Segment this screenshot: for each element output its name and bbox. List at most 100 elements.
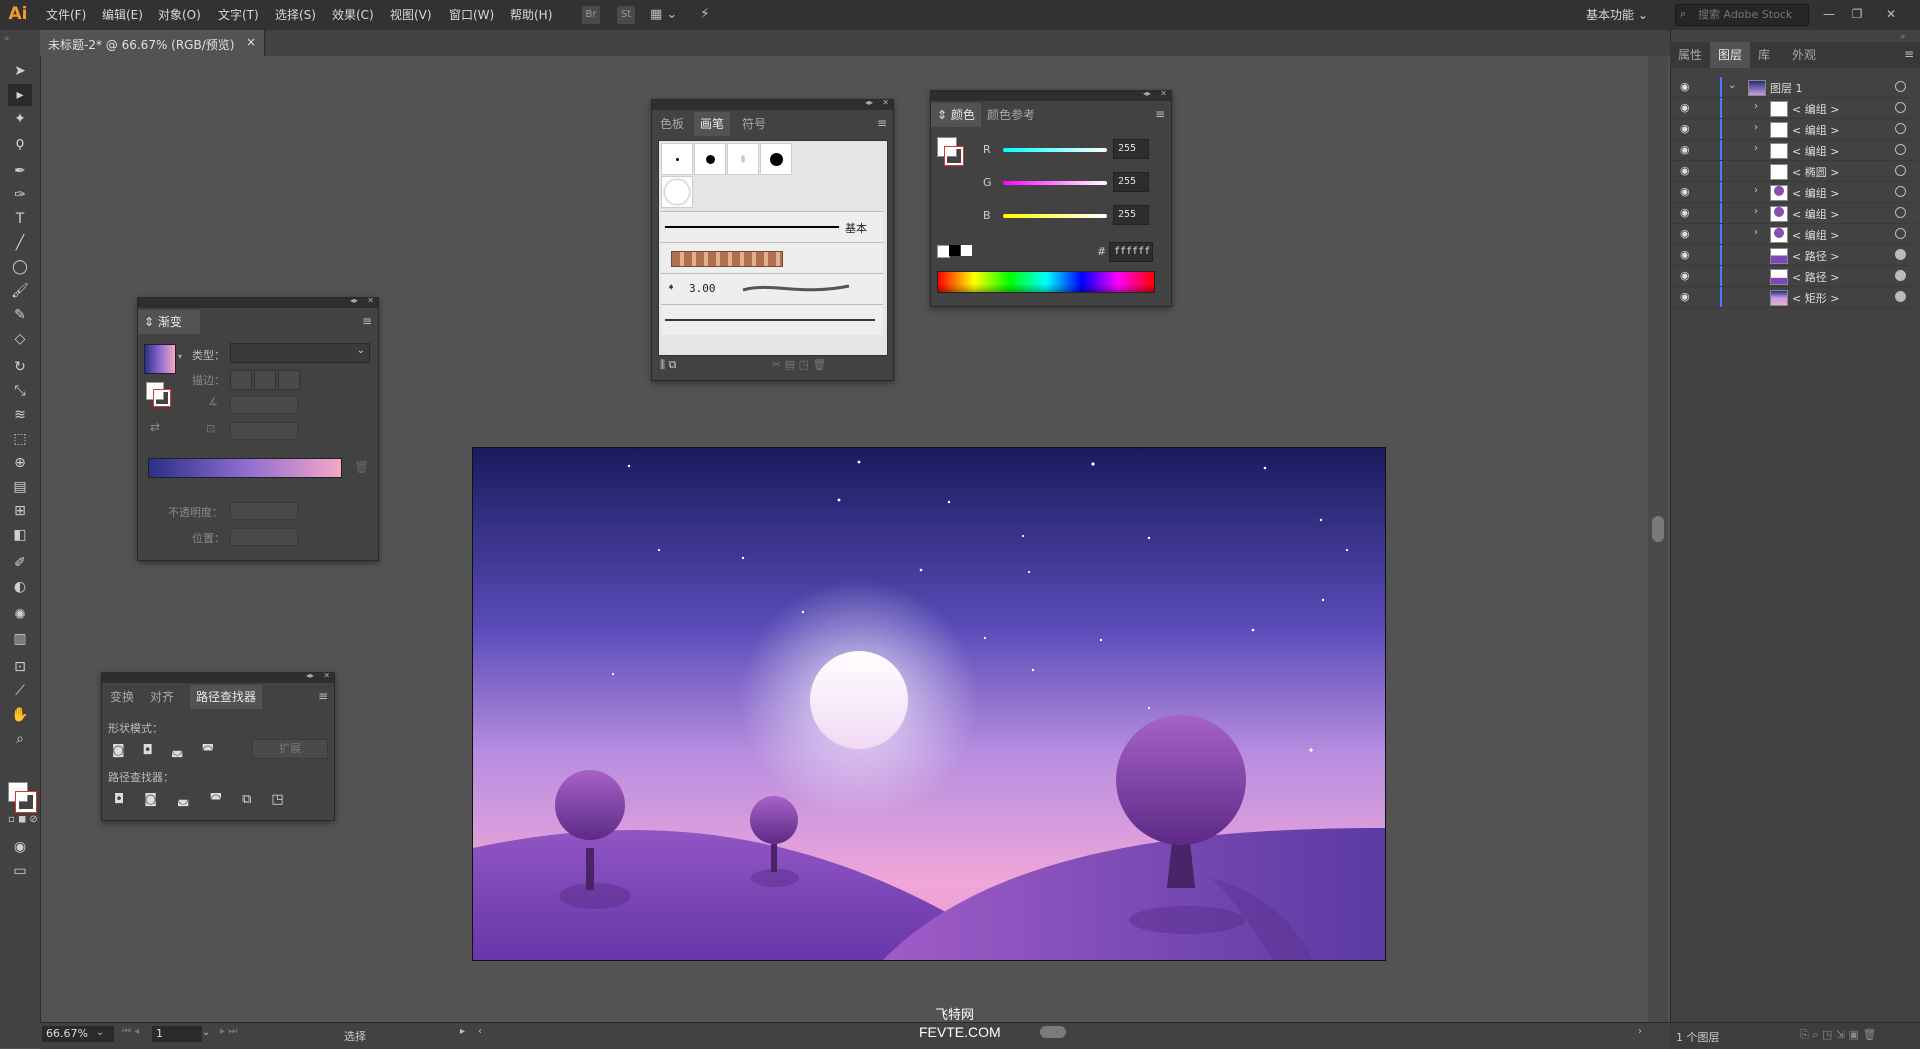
panel-title-bar[interactable]: ◂▸ ✕ bbox=[931, 89, 1171, 101]
tab-gradient[interactable]: ⇕ 渐变 bbox=[138, 310, 200, 334]
layer-row[interactable]: ◉ › < 编组 > bbox=[1672, 119, 1918, 140]
gradient-dropdown-icon[interactable]: ▾ bbox=[178, 352, 182, 361]
close-panel-icon[interactable]: ✕ bbox=[1160, 89, 1167, 98]
brush-charcoal-row[interactable] bbox=[661, 304, 883, 335]
artboard-tool-icon[interactable]: ⊡ bbox=[8, 656, 32, 678]
menu-window[interactable]: 窗口(W) bbox=[449, 0, 494, 30]
layer-name[interactable]: 图层 1 bbox=[1770, 80, 1803, 96]
stock-search[interactable]: ⌕ bbox=[1675, 4, 1809, 26]
gpu-performance-icon[interactable]: ⚡ bbox=[700, 6, 710, 22]
layer-row[interactable]: ◉ › < 编组 > bbox=[1672, 98, 1918, 119]
quick-swatches[interactable] bbox=[937, 245, 973, 258]
arrange-documents-icon[interactable]: ▦ ⌄ bbox=[650, 7, 677, 22]
paintbrush-tool-icon[interactable]: 🖌 bbox=[8, 280, 32, 302]
blend-tool-icon[interactable]: ◐ bbox=[8, 576, 32, 598]
gradient-swatch[interactable] bbox=[144, 344, 176, 374]
color-spectrum[interactable] bbox=[937, 271, 1155, 293]
visibility-eye-icon[interactable]: ◉ bbox=[1680, 269, 1690, 282]
chevron-down-icon[interactable]: ⌄ bbox=[202, 1027, 210, 1038]
horizontal-scroll-thumb[interactable] bbox=[1040, 1026, 1066, 1038]
rotate-tool-icon[interactable]: ↻ bbox=[8, 356, 32, 378]
lasso-tool-icon[interactable]: ϙ bbox=[8, 132, 32, 154]
g-value[interactable]: 255 bbox=[1113, 172, 1149, 192]
color-tab-label[interactable]: 颜色 bbox=[951, 108, 975, 122]
brush-pattern-row[interactable] bbox=[661, 242, 883, 273]
panel-menu-icon[interactable]: ≡ bbox=[1904, 47, 1914, 61]
visibility-eye-icon[interactable]: ◉ bbox=[1680, 290, 1690, 303]
selection-tool-icon[interactable]: ➤ bbox=[8, 60, 32, 82]
layer-row[interactable]: ◉ › < 编组 > bbox=[1672, 182, 1918, 203]
close-panel-icon[interactable]: ✕ bbox=[323, 671, 330, 680]
pathfinder-buttons[interactable]: ◘◙◛◚⧉◳ bbox=[114, 792, 304, 807]
chevron-right-icon[interactable]: › bbox=[1754, 143, 1758, 154]
eraser-tool-icon[interactable]: ◇ bbox=[8, 328, 32, 350]
layer-name[interactable]: < 编组 > bbox=[1792, 227, 1839, 243]
first-prev-artboard-icons[interactable]: ⏮ ◂ bbox=[122, 1026, 139, 1037]
tab-libraries[interactable]: 库 bbox=[1750, 42, 1778, 68]
collapse-toolbar-icon[interactable]: » bbox=[4, 34, 10, 44]
brush-white-blob[interactable] bbox=[661, 176, 693, 208]
ellipse-tool-icon[interactable]: ◯ bbox=[8, 256, 32, 278]
menu-type[interactable]: 文字(T) bbox=[218, 0, 259, 30]
layer-row[interactable]: ◉ < 路径 > bbox=[1672, 245, 1918, 266]
layer-target[interactable] bbox=[1895, 165, 1906, 176]
layer-name[interactable]: < 路径 > bbox=[1792, 269, 1839, 285]
tab-color-guide[interactable]: 颜色参考 bbox=[981, 103, 1041, 127]
layer-target[interactable] bbox=[1895, 186, 1906, 197]
brush-libraries-icon[interactable]: ⫼ ⧉ bbox=[660, 358, 676, 372]
workspace-switcher[interactable]: 基本功能 ⌄ bbox=[1586, 6, 1648, 23]
layer-row[interactable]: ◉ < 矩形 > bbox=[1672, 287, 1918, 308]
r-value[interactable]: 255 bbox=[1113, 139, 1149, 159]
color-mode-icons[interactable]: ▫ ◼ ⊘ bbox=[8, 814, 38, 825]
panel-title-bar[interactable]: ◂▸ ✕ bbox=[102, 671, 334, 683]
chevron-down-icon[interactable]: ⌄ bbox=[1728, 80, 1736, 91]
collapse-panel-icon[interactable]: ◂▸ bbox=[350, 296, 358, 305]
delete-stop-icon[interactable]: 🗑 bbox=[354, 460, 369, 474]
stroke-box[interactable] bbox=[944, 146, 964, 166]
visibility-eye-icon[interactable]: ◉ bbox=[1680, 248, 1690, 261]
perspective-grid-tool-icon[interactable]: ▤ bbox=[8, 476, 32, 498]
column-graph-tool-icon[interactable]: ▥ bbox=[8, 628, 32, 650]
magic-wand-tool-icon[interactable]: ✦ bbox=[8, 108, 32, 130]
r-slider[interactable] bbox=[1003, 148, 1107, 152]
direct-selection-tool-icon[interactable]: ▸ bbox=[8, 84, 32, 106]
tab-transform[interactable]: 变换 bbox=[104, 685, 140, 709]
menu-edit[interactable]: 编辑(E) bbox=[102, 0, 143, 30]
symbol-sprayer-tool-icon[interactable]: ✺ bbox=[8, 604, 32, 626]
curvature-tool-icon[interactable]: ✑ bbox=[8, 184, 32, 206]
chevron-right-icon[interactable]: › bbox=[1754, 227, 1758, 238]
line-tool-icon[interactable]: ╱ bbox=[8, 232, 32, 254]
status-menu-arrow-icon[interactable]: ▸ bbox=[460, 1026, 465, 1037]
layer-name[interactable]: < 编组 > bbox=[1792, 122, 1839, 138]
layer-target[interactable] bbox=[1895, 144, 1906, 155]
chevron-right-icon[interactable]: › bbox=[1754, 122, 1758, 133]
layer-row[interactable]: ◉ › < 编组 > bbox=[1672, 203, 1918, 224]
chevron-down-icon[interactable]: ⌄ bbox=[96, 1027, 104, 1038]
layer-target[interactable] bbox=[1895, 102, 1906, 113]
artboard-number-field[interactable]: 1 bbox=[152, 1026, 202, 1042]
visibility-eye-icon[interactable]: ◉ bbox=[1680, 143, 1690, 156]
stroke-across-button[interactable] bbox=[278, 370, 300, 390]
g-slider[interactable] bbox=[1003, 181, 1107, 185]
brush-actions-icons[interactable]: ✂ ▤ ◳ 🗑 bbox=[772, 358, 826, 371]
panel-menu-icon[interactable]: ≡ bbox=[877, 116, 887, 130]
layer-row[interactable]: ◉ › < 编组 > bbox=[1672, 224, 1918, 245]
gradient-tool-icon[interactable]: ◧ bbox=[8, 524, 32, 546]
mesh-tool-icon[interactable]: ⊞ bbox=[8, 500, 32, 522]
brush-calligraphic-row[interactable]: ➧ 3.00 bbox=[661, 273, 883, 304]
visibility-eye-icon[interactable]: ◉ bbox=[1680, 122, 1690, 135]
visibility-eye-icon[interactable]: ◉ bbox=[1680, 185, 1690, 198]
layer-name[interactable]: < 编组 > bbox=[1792, 101, 1839, 117]
layer-name[interactable]: < 矩形 > bbox=[1792, 290, 1839, 306]
shape-mode-buttons[interactable]: ◙◘◛◚ bbox=[112, 743, 232, 758]
stroke-box[interactable] bbox=[153, 389, 171, 407]
aspect-ratio-field[interactable] bbox=[230, 422, 298, 440]
angle-field[interactable] bbox=[230, 396, 298, 414]
layer-target[interactable] bbox=[1895, 123, 1906, 134]
hand-tool-icon[interactable]: ✋ bbox=[8, 704, 32, 726]
visibility-eye-icon[interactable]: ◉ bbox=[1680, 101, 1690, 114]
visibility-eye-icon[interactable]: ◉ bbox=[1680, 227, 1690, 240]
document-tab[interactable]: 未标题-2* @ 66.67% (RGB/预览) × bbox=[40, 30, 265, 56]
chevron-right-icon[interactable]: › bbox=[1754, 101, 1758, 112]
eyedropper-tool-icon[interactable]: ✐ bbox=[8, 552, 32, 574]
